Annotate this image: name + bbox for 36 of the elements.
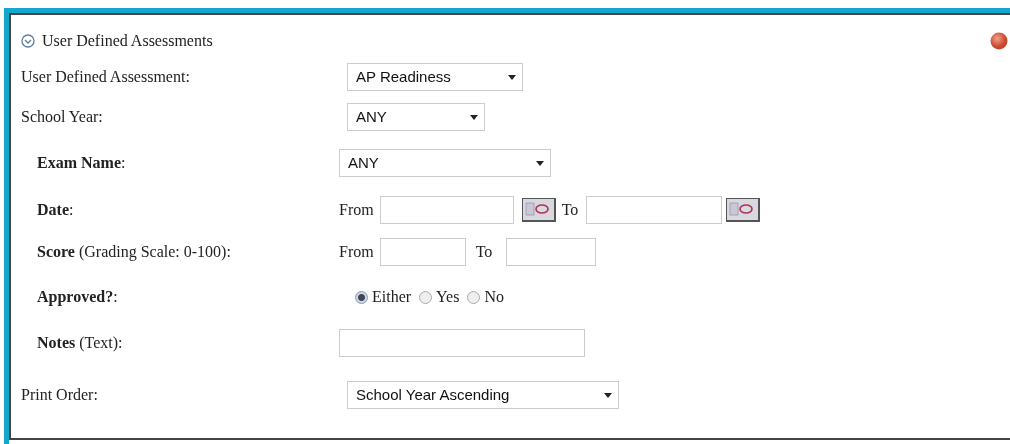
radio-button[interactable] xyxy=(419,290,433,304)
caret-icon xyxy=(536,160,544,166)
radio-label: No xyxy=(484,287,504,307)
field-label: Notes (Text): xyxy=(37,333,124,354)
dropdown[interactable]: ANY xyxy=(347,103,485,131)
field-label: Print Order: xyxy=(21,385,99,405)
notes-input[interactable] xyxy=(339,329,585,357)
from-label: From xyxy=(339,242,374,262)
help-icon[interactable] xyxy=(990,32,1008,50)
date-input[interactable] xyxy=(379,196,514,224)
score-input[interactable] xyxy=(506,238,597,266)
score-input[interactable] xyxy=(379,238,466,266)
radio-button[interactable] xyxy=(355,290,368,304)
field-label: Score (Grading Scale: 0-100): xyxy=(37,242,232,263)
dropdown[interactable]: ANY xyxy=(339,149,551,177)
field-label: Approved?: xyxy=(37,287,119,308)
calendar-icon[interactable] xyxy=(726,198,761,222)
date-input[interactable] xyxy=(586,196,723,224)
field-label: Date: xyxy=(37,200,75,220)
collapse-icon[interactable] xyxy=(21,34,35,48)
from-label: From xyxy=(339,200,374,220)
field-label: User Defined Assessment: xyxy=(21,67,191,87)
calendar-icon[interactable] xyxy=(521,198,556,222)
dropdown[interactable]: School Year Ascending xyxy=(347,381,619,409)
radio-label: Either xyxy=(372,287,412,307)
field-label: School Year: xyxy=(21,107,104,127)
panel-title: User Defined Assessments xyxy=(42,31,213,51)
caret-icon xyxy=(508,74,516,80)
to-label: To xyxy=(561,200,579,220)
to-label: To xyxy=(475,242,493,262)
radio-label: Yes xyxy=(436,287,460,307)
caret-icon xyxy=(604,392,612,398)
field-label: Exam Name: xyxy=(37,153,127,173)
radio-button[interactable] xyxy=(467,290,481,304)
caret-icon xyxy=(470,114,478,120)
dropdown[interactable]: AP Readiness xyxy=(347,63,523,91)
